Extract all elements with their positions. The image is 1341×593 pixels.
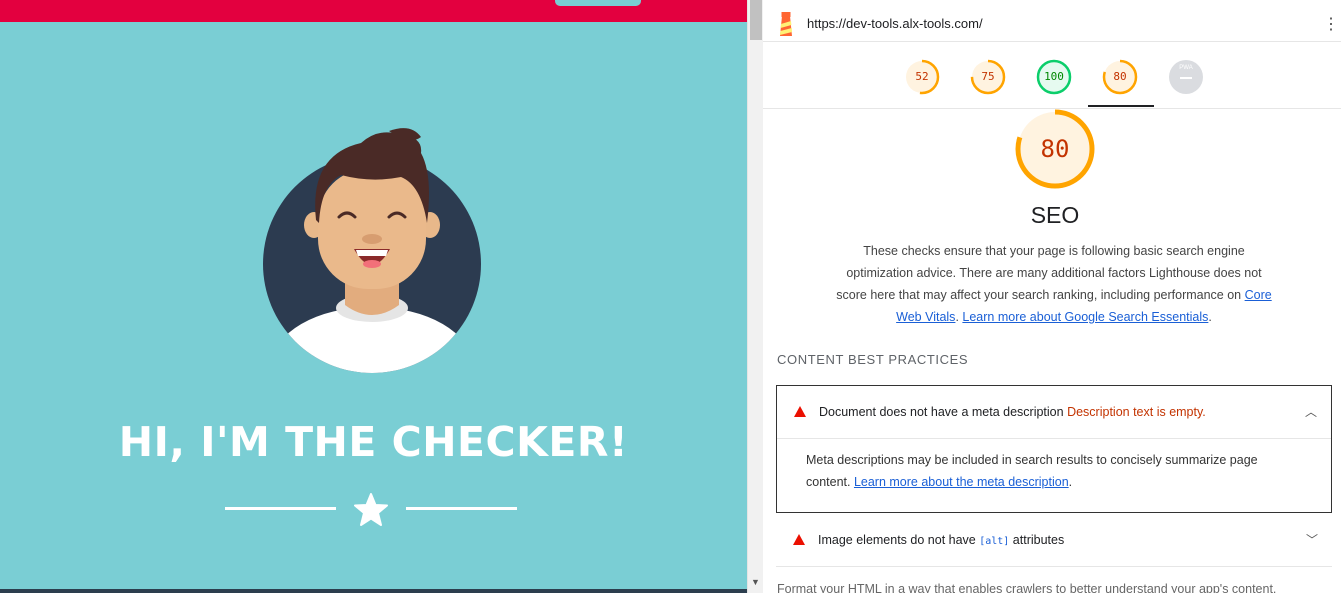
section-title: CONTENT BEST PRACTICES: [777, 352, 969, 367]
category-gauges: 52 75 100 80 PWA: [763, 42, 1341, 109]
star-icon: [354, 493, 388, 526]
gauge-pwa[interactable]: PWA: [1168, 59, 1204, 95]
lighthouse-logo-icon: [780, 12, 792, 36]
group-description: Format your HTML in a way that enables c…: [777, 582, 1277, 593]
category-title: SEO: [1030, 202, 1080, 228]
page-scrollbar[interactable]: ▼: [747, 0, 764, 593]
fail-triangle-icon: [794, 406, 806, 417]
audit-title: Image elements do not have [alt] attribu…: [818, 533, 1065, 547]
meta-description-link[interactable]: Learn more about the meta description: [854, 475, 1069, 489]
report-url-bar: https://dev-tools.alx-tools.com/ ⋮: [763, 8, 1341, 42]
star-divider: [225, 493, 517, 527]
seo-score-gauge: 80: [1014, 108, 1096, 190]
gauge-best-practices[interactable]: 100: [1036, 59, 1072, 95]
more-options-icon[interactable]: ⋮: [1323, 14, 1339, 34]
site-header-bar: [0, 0, 747, 22]
fail-triangle-icon: [793, 534, 805, 545]
audit-header[interactable]: Document does not have a meta descriptio…: [777, 386, 1331, 438]
chevron-down-icon[interactable]: ﹀: [1306, 531, 1318, 548]
audit-meta-description: Document does not have a meta descriptio…: [776, 385, 1332, 513]
category-description: These checks ensure that your page is fo…: [836, 244, 1272, 324]
report-url[interactable]: https://dev-tools.alx-tools.com/: [807, 16, 983, 31]
lighthouse-report: https://dev-tools.alx-tools.com/ ⋮ 52 75…: [763, 0, 1341, 593]
gauge-seo[interactable]: 80: [1102, 59, 1138, 95]
gauge-performance[interactable]: 52: [904, 59, 940, 95]
audit-description: Meta descriptions may be included in sea…: [806, 453, 1258, 489]
active-tab-indicator: [1088, 105, 1154, 107]
divider-line-right: [406, 507, 517, 510]
audit-body: Meta descriptions may be included in sea…: [777, 438, 1331, 489]
bottom-strip: [0, 589, 747, 593]
avatar: [263, 128, 481, 373]
scroll-down-arrow-icon[interactable]: ▼: [751, 577, 760, 587]
seo-score: 80: [1040, 135, 1070, 163]
audit-title: Document does not have a meta descriptio…: [819, 405, 1206, 419]
search-essentials-link[interactable]: Learn more about Google Search Essential…: [962, 310, 1208, 324]
gauge-accessibility[interactable]: 75: [970, 59, 1006, 95]
divider-line-left: [225, 507, 336, 510]
scrollbar-thumb[interactable]: [750, 0, 762, 40]
chevron-up-icon[interactable]: ︿: [1305, 403, 1317, 420]
audit-display-value: Description text is empty.: [1067, 405, 1206, 419]
website-viewport: HI, I'M THE CHECKER!: [0, 0, 747, 593]
header-button[interactable]: [555, 0, 641, 6]
audit-image-alt[interactable]: Image elements do not have [alt] attribu…: [776, 514, 1332, 567]
hero-title: HI, I'M THE CHECKER!: [118, 418, 629, 466]
